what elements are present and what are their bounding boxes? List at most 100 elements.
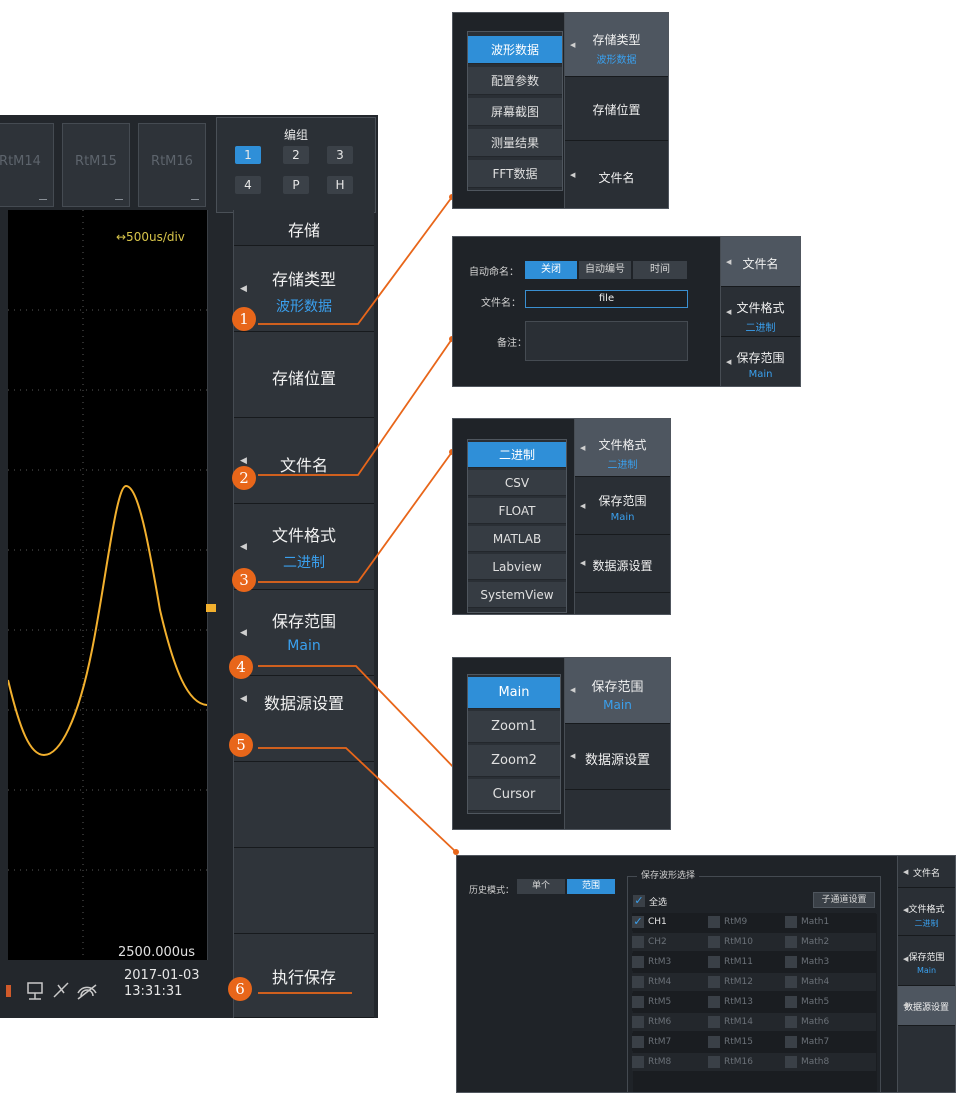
filename-popup: 自动命名： 关闭 自动编号 时间 文件名： file 备注： ◀ 文件名 ◀ 文…	[452, 236, 801, 387]
waveform-checkbox-rtm3[interactable]: RtM3	[632, 953, 706, 971]
waveform-checkbox-math1[interactable]: Math1	[785, 913, 859, 931]
checkbox-label: RtM8	[648, 1057, 672, 1067]
side-item-label: 文件格式	[736, 301, 785, 315]
side-save-range[interactable]: ◀ 保存范围 Main	[898, 936, 955, 986]
left-arrow-icon: ◀	[570, 752, 576, 760]
option-config-params[interactable]: 配置参数	[468, 67, 562, 95]
left-arrow-icon: ◀	[903, 955, 909, 963]
side-save-range[interactable]: ◀ 保存范围 Main	[721, 337, 800, 386]
side-file-format[interactable]: ◀ 文件格式 二进制	[575, 419, 670, 477]
checkbox-icon	[785, 1036, 797, 1048]
filename-label: 文件名：	[481, 298, 521, 309]
checkbox-label: Math4	[801, 977, 830, 987]
checkbox-icon	[708, 1056, 720, 1068]
history-single[interactable]: 单个	[517, 879, 565, 894]
history-range[interactable]: 范围	[567, 879, 615, 894]
waveform-checkbox-math8[interactable]: Math8	[785, 1053, 859, 1071]
waveform-checkbox-ch1[interactable]: ✓ CH1	[632, 913, 706, 931]
waveform-checkbox-rtm12[interactable]: RtM12	[708, 973, 782, 991]
waveform-checkbox-rtm4[interactable]: RtM4	[632, 973, 706, 991]
side-filename[interactable]: ◀ 文件名	[721, 237, 800, 287]
side-data-source[interactable]: ◀ 数据源设置	[898, 986, 955, 1026]
side-save-range[interactable]: ◀ 保存范围 Main	[575, 477, 670, 535]
option-binary[interactable]: 二进制	[468, 442, 566, 468]
waveform-checkbox-math5[interactable]: Math5	[785, 993, 859, 1011]
waveform-checkbox-rtm15[interactable]: RtM15	[708, 1033, 782, 1051]
option-cursor[interactable]: Cursor	[468, 779, 560, 811]
option-zoom1[interactable]: Zoom1	[468, 711, 560, 743]
file-format-side-menu: ◀ 文件格式 二进制 ◀ 保存范围 Main ◀ 数据源设置	[574, 419, 670, 614]
waveform-checkbox-rtm5[interactable]: RtM5	[632, 993, 706, 1011]
side-item-label: 文件名	[742, 257, 779, 271]
side-data-source[interactable]: ◀ 数据源设置	[575, 535, 670, 593]
subchannel-settings-button[interactable]: 子通道设置	[813, 892, 875, 908]
waveform-checkbox-math2[interactable]: Math2	[785, 933, 859, 951]
waveform-checkbox-ch2[interactable]: CH2	[632, 933, 706, 951]
checkbox-icon	[708, 956, 720, 968]
checkbox-label: RtM13	[724, 997, 753, 1007]
side-filename[interactable]: ◀ 文件名	[898, 856, 955, 888]
option-systemview[interactable]: SystemView	[468, 582, 566, 608]
option-float[interactable]: FLOAT	[468, 498, 566, 524]
side-save-range[interactable]: ◀ 保存范围 Main	[565, 658, 670, 724]
checkbox-label: RtM14	[724, 1017, 753, 1027]
option-matlab[interactable]: MATLAB	[468, 526, 566, 552]
side-item-label: 数据源设置	[903, 1003, 949, 1013]
option-main[interactable]: Main	[468, 677, 560, 709]
side-item-label: 保存范围	[591, 680, 644, 695]
storage-type-popup: 波形数据 配置参数 屏幕截图 测量结果 FFT数据 ◀ 存储类型 波形数据 存储…	[452, 12, 669, 209]
option-csv[interactable]: CSV	[468, 470, 566, 496]
option-measure-result[interactable]: 测量结果	[468, 129, 562, 157]
side-item-value: 二进制	[607, 460, 638, 471]
side-storage-location[interactable]: 存储位置	[565, 77, 668, 141]
auto-name-off[interactable]: 关闭	[525, 261, 577, 279]
left-arrow-icon: ◀	[580, 444, 586, 452]
waveform-checkbox-rtm10[interactable]: RtM10	[708, 933, 782, 951]
waveform-checkbox-math3[interactable]: Math3	[785, 953, 859, 971]
waveform-checkbox-rtm6[interactable]: RtM6	[632, 1013, 706, 1031]
option-screenshot[interactable]: 屏幕截图	[468, 98, 562, 126]
auto-name-number[interactable]: 自动编号	[579, 261, 631, 279]
option-labview[interactable]: Labview	[468, 554, 566, 580]
side-filename[interactable]: ◀ 文件名	[565, 141, 668, 208]
side-data-source[interactable]: ◀ 数据源设置	[565, 724, 670, 790]
checkbox-icon	[708, 976, 720, 988]
filename-input[interactable]: file	[525, 290, 688, 308]
side-item-value: 波形数据	[596, 55, 637, 66]
checkbox-icon	[708, 916, 720, 928]
option-fft-data[interactable]: FFT数据	[468, 160, 562, 188]
checkbox-icon	[785, 1016, 797, 1028]
option-waveform-data[interactable]: 波形数据	[468, 36, 562, 64]
callout-2: 2	[232, 466, 256, 490]
checkbox-label: Math2	[801, 937, 830, 947]
waveform-checkbox-rtm9[interactable]: RtM9	[708, 913, 782, 931]
history-mode-label: 历史模式：	[469, 886, 515, 896]
waveform-checkbox-rtm13[interactable]: RtM13	[708, 993, 782, 1011]
select-all-checkbox[interactable]: ✓	[633, 895, 645, 907]
side-file-format[interactable]: ◀ 文件格式 二进制	[898, 888, 955, 936]
left-arrow-icon: ◀	[726, 308, 732, 316]
side-storage-type[interactable]: ◀ 存储类型 波形数据	[565, 13, 668, 77]
waveform-checkbox-rtm16[interactable]: RtM16	[708, 1053, 782, 1071]
note-textarea[interactable]	[525, 321, 688, 361]
left-arrow-icon: ◀	[570, 686, 576, 694]
waveform-checkbox-math6[interactable]: Math6	[785, 1013, 859, 1031]
file-format-dropdown: 二进制 CSV FLOAT MATLAB Labview SystemView	[467, 439, 567, 613]
checkbox-label: Math8	[801, 1057, 830, 1067]
side-file-format[interactable]: ◀ 文件格式 二进制	[721, 287, 800, 337]
waveform-checkbox-rtm7[interactable]: RtM7	[632, 1033, 706, 1051]
checkbox-label: CH2	[648, 937, 667, 947]
filename-side-menu: ◀ 文件名 ◀ 文件格式 二进制 ◀ 保存范围 Main	[720, 237, 800, 386]
save-range-popup: Main Zoom1 Zoom2 Cursor ◀ 保存范围 Main ◀ 数据…	[452, 657, 671, 830]
callout-5: 5	[229, 733, 253, 757]
checkbox-icon	[632, 1056, 644, 1068]
waveform-checkbox-math4[interactable]: Math4	[785, 973, 859, 991]
option-zoom2[interactable]: Zoom2	[468, 745, 560, 777]
waveform-checkbox-rtm11[interactable]: RtM11	[708, 953, 782, 971]
waveform-checkbox-math7[interactable]: Math7	[785, 1033, 859, 1051]
waveform-checkbox-rtm8[interactable]: RtM8	[632, 1053, 706, 1071]
auto-name-time[interactable]: 时间	[633, 261, 687, 279]
checkbox-icon	[785, 976, 797, 988]
checkbox-icon	[785, 956, 797, 968]
waveform-checkbox-rtm14[interactable]: RtM14	[708, 1013, 782, 1031]
